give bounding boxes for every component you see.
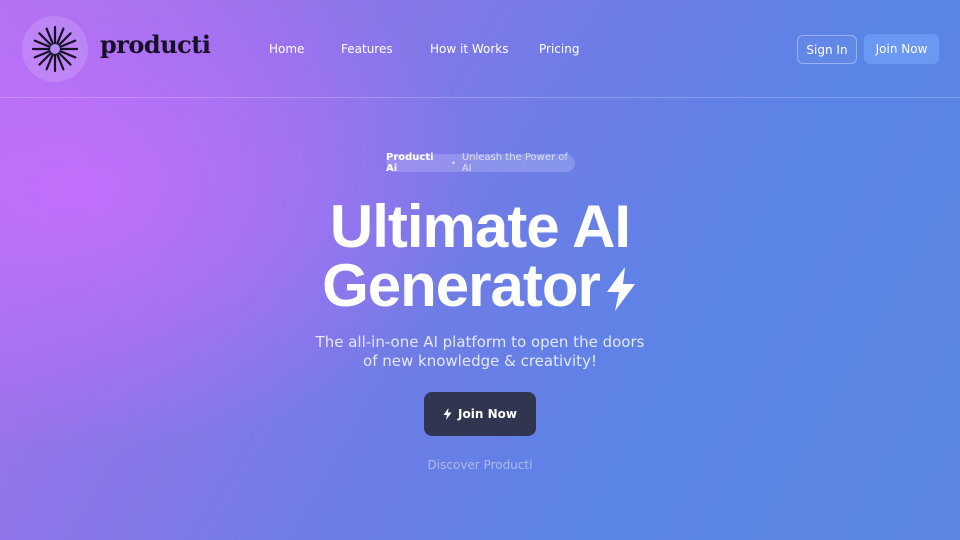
lightning-bolt-icon <box>606 267 635 311</box>
trademark-mark: ™ <box>203 35 210 43</box>
headline-line-2-text: Generator <box>322 252 601 319</box>
discover-link[interactable]: Discover Producti <box>0 458 960 472</box>
logo-badge[interactable] <box>22 16 88 82</box>
subtitle-line-1: The all-in-one AI platform to open the d… <box>315 333 645 351</box>
join-now-label: Join Now <box>458 407 517 421</box>
site-header: producti ™ Home Features How it Works Pr… <box>0 0 960 98</box>
headline-line-1: Ultimate AI <box>329 193 631 260</box>
badge-tagline: Unleash the Power of AI <box>461 152 568 174</box>
brand-name[interactable]: producti <box>100 30 211 59</box>
badge-brand: Producti Ai <box>386 152 434 174</box>
join-now-button[interactable]: Join Now <box>424 392 536 436</box>
subtitle-line-2: of new knowledge & creativity! <box>363 352 597 370</box>
nav-features[interactable]: Features <box>341 42 393 56</box>
nav-home[interactable]: Home <box>269 42 304 56</box>
nav-pricing[interactable]: Pricing <box>539 42 579 56</box>
sign-in-button[interactable]: Sign In <box>797 35 857 64</box>
nav-how-it-works[interactable]: How it Works <box>430 42 509 56</box>
sunburst-icon <box>31 25 79 73</box>
hero-badge: Producti Ai • Unleash the Power of AI <box>386 152 575 174</box>
lightning-bolt-icon <box>443 408 452 420</box>
badge-separator: • <box>451 158 456 168</box>
headline-line-2: Generator <box>0 256 960 316</box>
join-now-nav-button[interactable]: Join Now <box>864 34 939 64</box>
